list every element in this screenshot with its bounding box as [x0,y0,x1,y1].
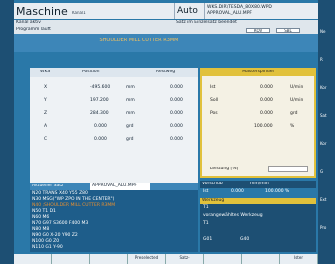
axis-unit: grd [126,124,134,129]
right-softkey-7[interactable]: Ext [319,198,335,208]
message-band [14,34,318,52]
axis-col-position: Position [82,70,100,74]
mode-label: Maschine [14,3,174,19]
axis-position: 197.200 [90,98,109,103]
tool-line: vorangewähltes Werkzeug [203,213,263,218]
softkey-2[interactable] [52,254,90,264]
axis-rest: 0.000 [170,137,183,142]
softkey-3[interactable] [90,254,128,264]
spindle-unit: U/min [290,85,304,90]
op-mode-label: Auto [174,3,204,19]
gcode-group: G01 [203,237,213,242]
axis-rest: 0.000 [170,124,183,129]
program-name: APPROVAL_ALU.MPF [90,183,150,190]
program-line: N70 G97 S3600 F400 M3 [32,221,89,226]
axis-name: X [44,85,48,90]
axis-position: 284.300 [90,111,109,116]
axis-name: Z [44,111,48,116]
reset-status: Satz im Einzelsatz beendet [174,20,318,27]
spindle-label: Pos [210,111,218,116]
channel-label: Kanal1 [72,11,86,15]
right-softkey-2[interactable]: R [319,58,335,68]
hmi-screen: Maschine Kanal1 Auto WKS.DIR\TESDA_80X80… [0,0,335,264]
tool-line: T1 [203,205,209,210]
program-line: N80 M8 [32,227,50,232]
right-softkey-3[interactable]: Kor [319,86,335,96]
axis-rest: 0.000 [170,111,183,116]
axis-rest: 0.000 [170,85,183,90]
feed-label: Ist [203,189,209,194]
feed-header: Vorschub mm/min [200,181,316,188]
softkey-5[interactable]: Satz- [166,254,204,264]
axis-row: C 0.000 grd 0.000 [30,137,198,147]
spindle-unit: % [290,124,295,129]
program-line: N30 MSG("WP ZPO IN THE CENTER") [32,197,115,202]
program-line: N40 ;SHOULDER MILL CUTTER R3MM [32,203,116,208]
axis-col-wks: WKS [40,70,51,74]
right-softkey-1[interactable]: Ne [319,30,335,40]
message-line: SHOULDER MILL CUTTER R3MM [99,38,179,43]
softkey-4[interactable]: Preselected [128,254,166,264]
channel-status: Kanal aktiv [14,20,174,27]
axis-unit: grd [126,137,134,142]
spindle-unit: grd [290,111,298,116]
axis-name: C [44,137,48,142]
axis-unit: mm [126,98,135,103]
axis-col-rest: Restweg [156,70,176,74]
spindle-label: Ist [210,85,216,90]
axis-position: 0.000 [94,124,107,129]
axis-row: X -495.600 mm 0.000 [30,85,198,95]
right-softkey-6[interactable]: G [319,170,335,180]
axis-name: Y [44,98,47,103]
softkey-1[interactable] [14,254,52,264]
program-path-box: WKS.DIR\TESDA_80X80.WPD APPROVAL_ALU.MPF [204,3,318,19]
right-softkey-4[interactable]: Sat [319,114,335,124]
feed-header-label: Vorschub [202,182,223,186]
program-line: N100 G0 Z0 [32,239,60,244]
program-status: Programm läuft [14,27,318,34]
spindle-label: Soll [210,98,219,103]
power-bar [268,166,308,172]
gcode-group: G40 [240,237,250,242]
spindle-value: 100.000 [254,124,273,129]
feed-header-unit: mm/min [250,182,269,186]
axis-position: 0.000 [94,137,107,142]
right-softkey-8[interactable]: Pro [319,226,335,236]
softkey-6[interactable] [204,254,242,264]
program-line: N20 TRANS X40 Y55 Z80 [32,191,88,196]
program-line: N110 G1 Y-90 [32,245,63,250]
axis-table-header: WKS Position Restweg [30,68,198,77]
spindle-unit: U/min [290,98,304,103]
feed-value: 0.000 [231,189,244,194]
axis-unit: mm [126,111,135,116]
tool-line: T1 [203,221,209,226]
right-softkey-5[interactable]: Kor [319,142,335,152]
axis-row: A 0.000 grd 0.000 [30,124,198,134]
program-line: N60 M6 [32,215,50,220]
left-frame [0,0,14,264]
program-line: N50 T1 D1 [32,209,56,214]
program-file-line: APPROVAL_ALU.MPF [207,11,252,16]
spindle-value: 0.000 [260,98,273,103]
axis-name: A [44,124,48,129]
axis-row: Z 284.300 mm 0.000 [30,111,198,121]
program-line: N90 G0 X-20 Y90 Z2 [32,233,78,238]
sbl-indicator: SBL [276,28,300,33]
feed-override: 100.000 % [265,189,290,194]
spindle-value: 0.000 [260,85,273,90]
spindle-value: 0.000 [260,111,273,116]
softkey-8[interactable]: Ister [280,254,318,264]
axis-row: Y 197.200 mm 0.000 [30,98,198,108]
softkey-7[interactable] [242,254,280,264]
spindle-title: Masterspindel [202,70,314,76]
axis-rest: 0.000 [170,98,183,103]
program-header-label: Aktueller Satz [32,184,64,188]
rov-indicator: ROV [246,28,270,33]
power-label: Leistung [%] [210,167,239,171]
tool-title: Werkzeug [200,198,316,204]
axis-unit: mm [126,85,135,90]
axis-position: -495.600 [90,85,111,90]
